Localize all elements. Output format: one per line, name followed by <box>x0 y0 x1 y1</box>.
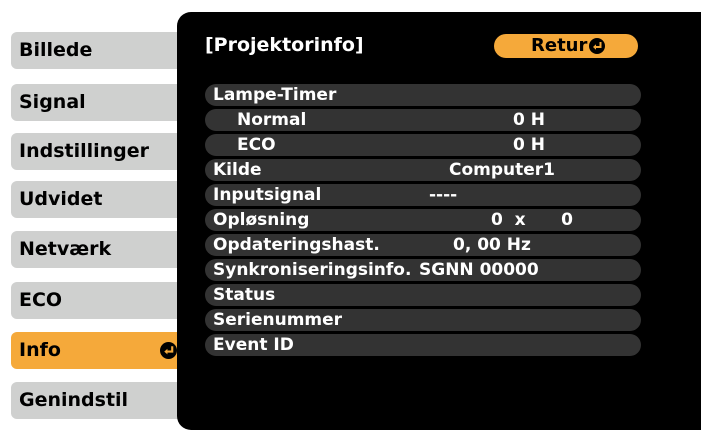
info-label: Normal <box>237 110 307 130</box>
sidebar-item-info[interactable]: Info <box>11 332 188 369</box>
info-row-input-signal: Inputsignal ---- <box>205 184 641 206</box>
info-value: 0, 00 Hz <box>453 235 531 255</box>
sidebar: Billede Signal Indstillinger Udvidet Net… <box>0 16 200 426</box>
return-button[interactable]: Retur <box>494 34 638 58</box>
sidebar-item-label: Indstillinger <box>19 140 150 162</box>
sidebar-item-indstillinger[interactable]: Indstillinger <box>11 133 188 170</box>
info-value: 0 H <box>513 135 545 155</box>
info-row-lamp-timer: Lampe-Timer <box>205 84 641 106</box>
return-button-label: Retur <box>531 35 588 56</box>
sidebar-item-udvidet[interactable]: Udvidet <box>11 181 188 218</box>
info-value: SGNN 00000 <box>419 260 539 280</box>
panel-title: [Projektorinfo] <box>205 34 364 56</box>
sidebar-item-label: Info <box>19 339 61 361</box>
info-row-event-id: Event ID <box>205 334 641 356</box>
info-label: Synkroniseringsinfo. <box>213 260 412 280</box>
info-row-source: Kilde Computer1 <box>205 159 641 181</box>
info-label: Event ID <box>213 335 294 355</box>
sidebar-item-label: Signal <box>19 91 86 113</box>
info-value: Computer1 <box>449 160 556 180</box>
sidebar-item-eco[interactable]: ECO <box>11 282 188 319</box>
enter-icon <box>589 38 605 54</box>
sidebar-item-label: Udvidet <box>19 188 103 210</box>
info-value: 0 x 0 <box>491 210 573 230</box>
sidebar-item-label: Billede <box>19 39 93 61</box>
enter-icon <box>160 342 177 359</box>
info-row-resolution: Opløsning 0 x 0 <box>205 209 641 231</box>
sidebar-item-label: Genindstil <box>19 389 129 411</box>
info-label: Kilde <box>213 160 262 180</box>
sidebar-item-label: Netværk <box>19 238 112 260</box>
info-label: Status <box>213 285 276 305</box>
info-row-eco: ECO 0 H <box>205 134 641 156</box>
info-label: Lampe-Timer <box>213 85 337 105</box>
sidebar-item-genindstil[interactable]: Genindstil <box>11 382 188 419</box>
sidebar-item-signal[interactable]: Signal <box>11 84 188 121</box>
sidebar-item-netvaerk[interactable]: Netværk <box>11 231 188 268</box>
info-label: ECO <box>237 135 276 155</box>
info-row-serial: Serienummer <box>205 309 641 331</box>
info-panel: [Projektorinfo] Retur Lampe-Timer Normal… <box>177 12 701 430</box>
info-label: Opdateringshast. <box>213 235 380 255</box>
info-row-status: Status <box>205 284 641 306</box>
projector-menu-screen: Billede Signal Indstillinger Udvidet Net… <box>0 0 701 433</box>
info-label: Inputsignal <box>213 185 322 205</box>
info-label: Opløsning <box>213 210 310 230</box>
sidebar-item-label: ECO <box>19 289 63 311</box>
sidebar-item-billede[interactable]: Billede <box>11 32 188 69</box>
info-row-normal: Normal 0 H <box>205 109 641 131</box>
info-row-sync-info: Synkroniseringsinfo. SGNN 00000 <box>205 259 641 281</box>
info-label: Serienummer <box>213 310 343 330</box>
info-value: ---- <box>429 185 458 205</box>
info-value: 0 H <box>513 110 545 130</box>
info-row-refresh-rate: Opdateringshast. 0, 00 Hz <box>205 234 641 256</box>
